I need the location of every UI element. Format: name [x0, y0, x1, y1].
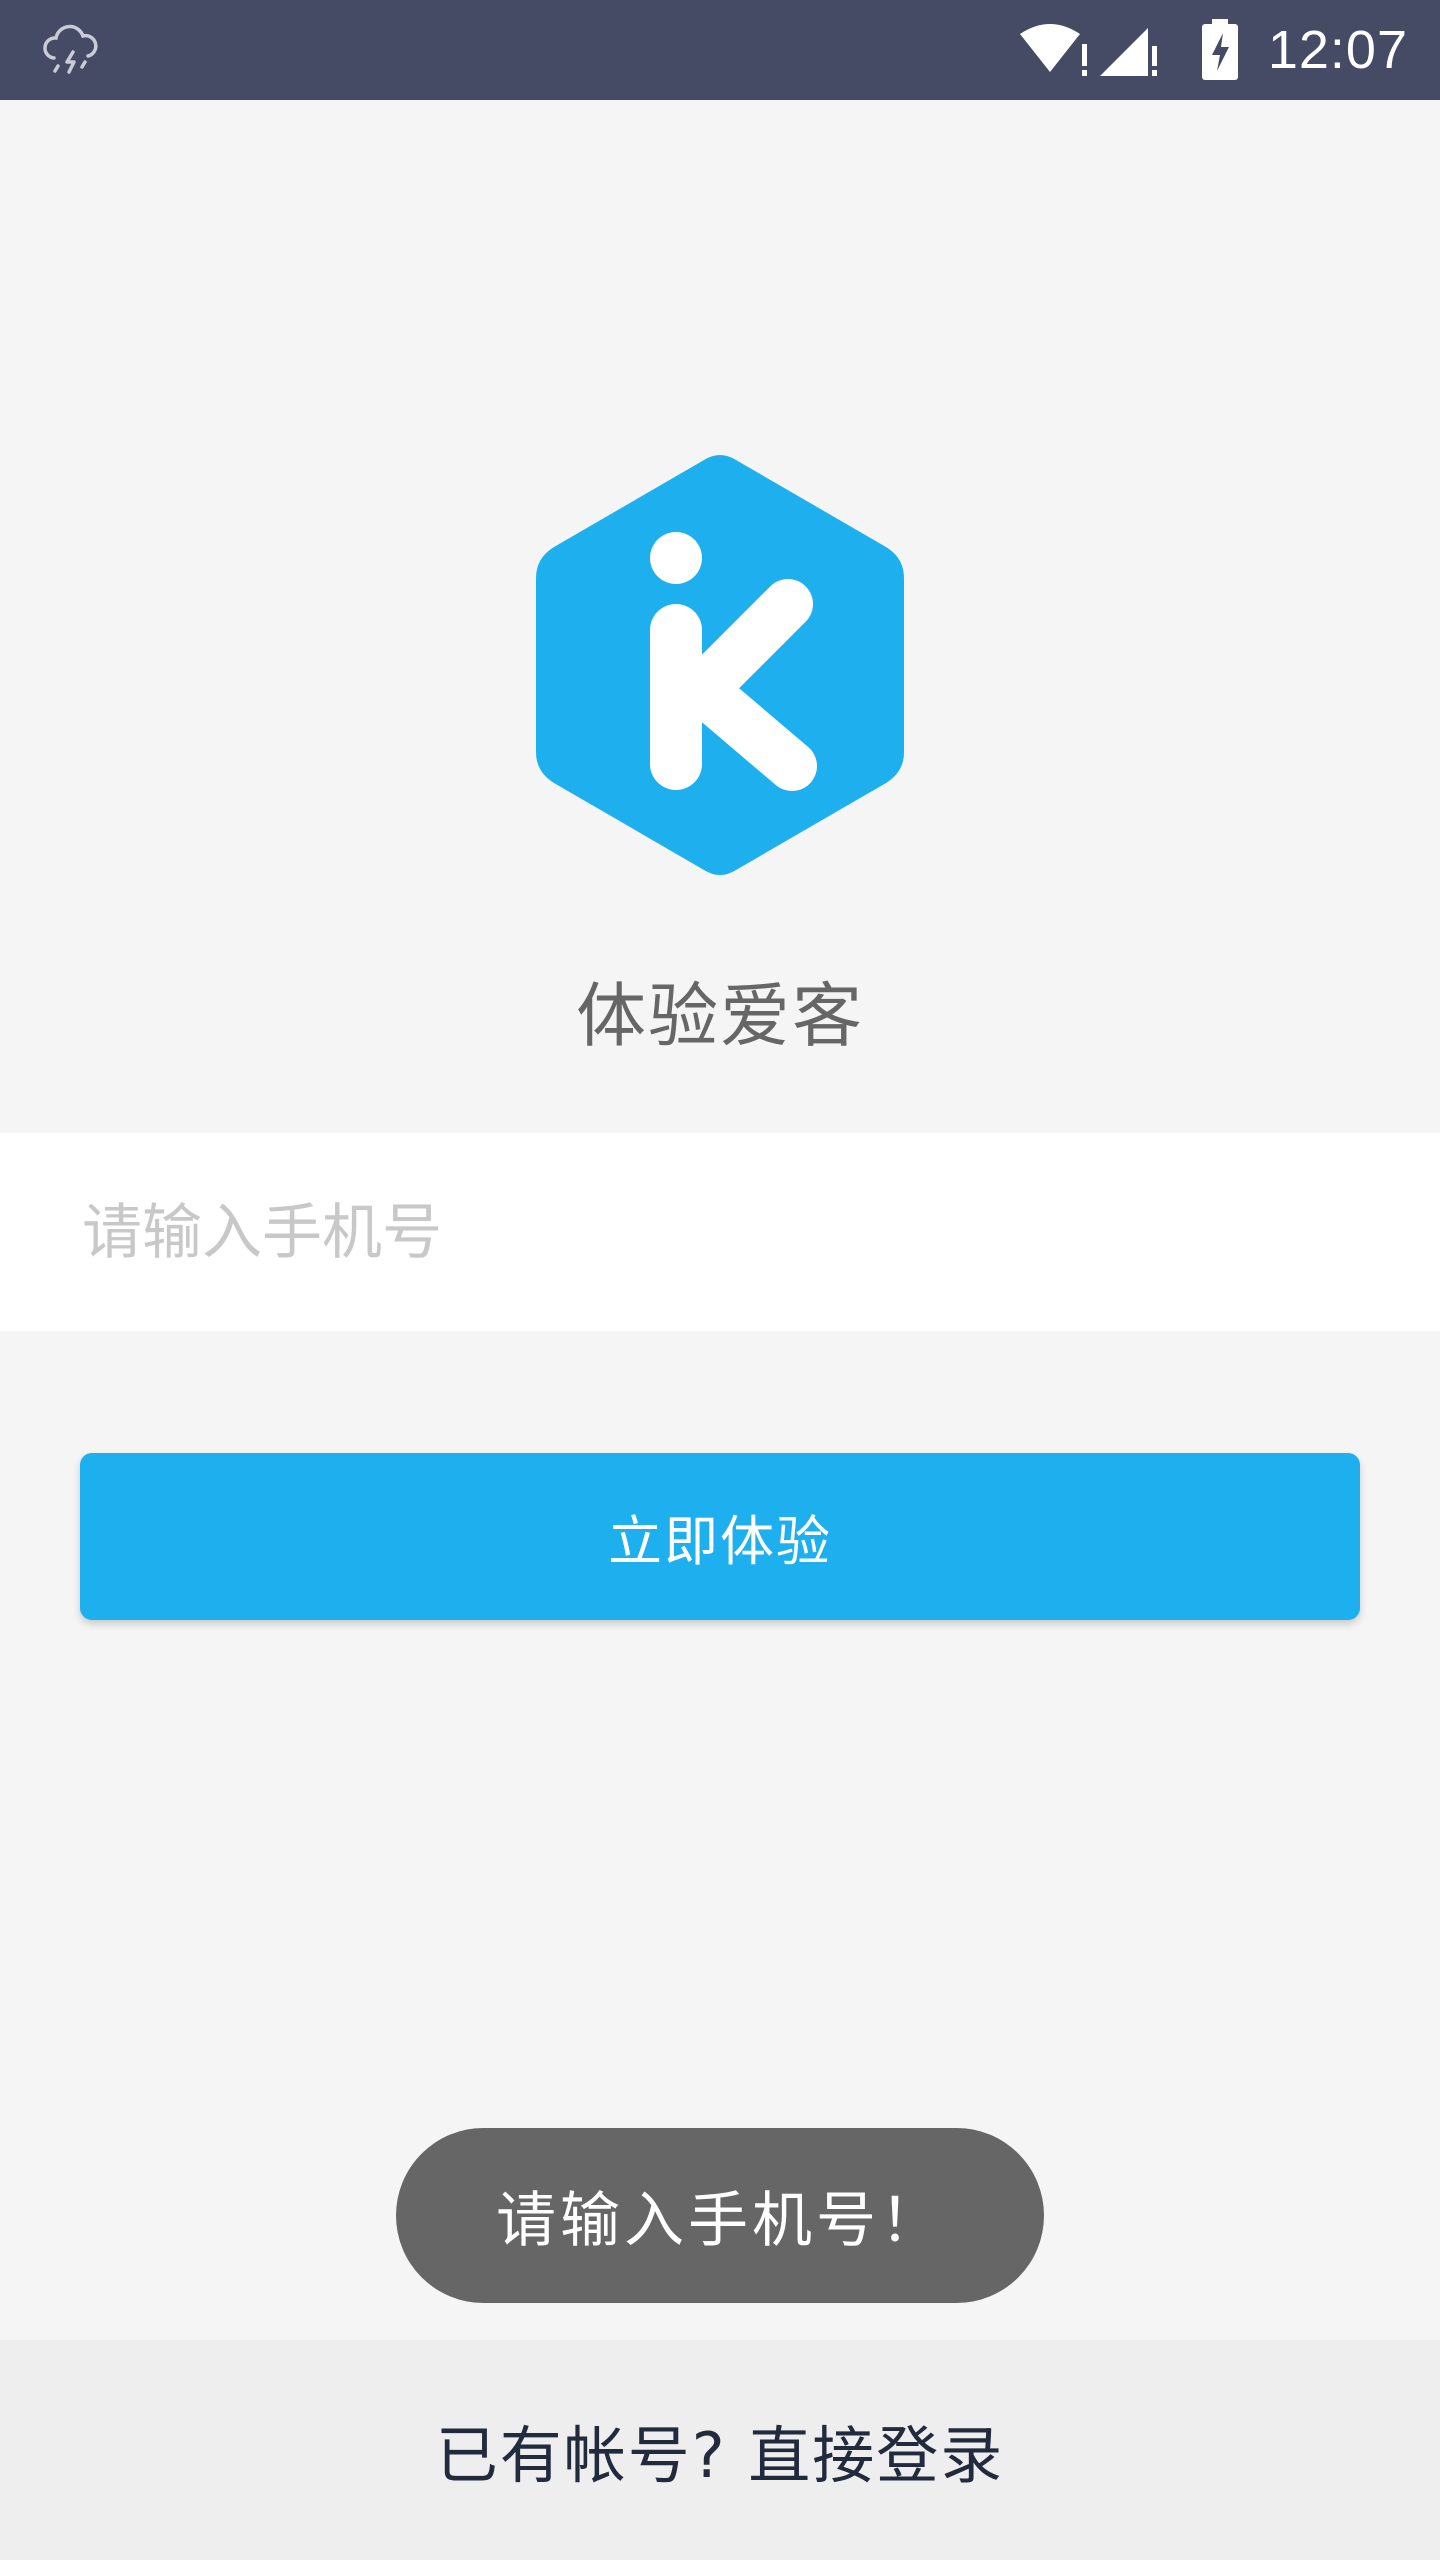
app-name: 体验爱客: [576, 975, 864, 1057]
status-time: 12:07: [1267, 20, 1408, 80]
try-now-button[interactable]: 立即体验: [80, 1453, 1360, 1620]
phone-number-input[interactable]: [82, 1183, 1382, 1283]
status-bar: 12:07: [0, 0, 1440, 100]
phone-field-container: [0, 1133, 1440, 1331]
battery-charging-icon: [1201, 19, 1238, 80]
signal-alert-icon: [1099, 28, 1157, 76]
toast-message: 请输入手机号！: [396, 2128, 1044, 2303]
login-link[interactable]: 已有帐号? 直接登录: [436, 2405, 1005, 2495]
footer: 已有帐号? 直接登录: [0, 2340, 1440, 2560]
app-logo: [536, 455, 904, 875]
weather-thunderstorm-icon: [43, 24, 98, 74]
wifi-alert-icon: [1019, 24, 1087, 76]
